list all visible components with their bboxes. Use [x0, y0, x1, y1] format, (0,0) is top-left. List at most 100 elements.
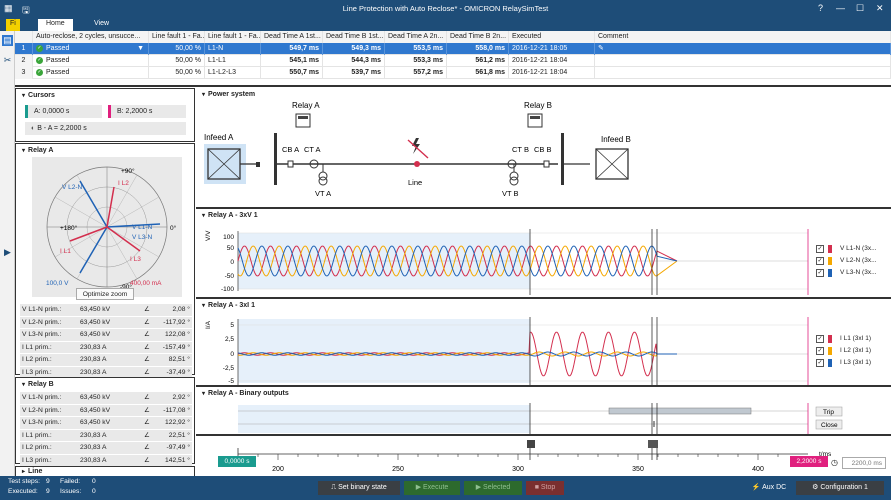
collapse-icon[interactable]: ▸ — [22, 469, 25, 475]
timeline-panel: 200 250 300 350 400 t/ms 0,0000 s 2,2000… — [196, 434, 891, 476]
passed-check-icon: ✓ — [36, 56, 43, 64]
value-name: I L1 prim.: — [22, 431, 52, 439]
cell: 553,5 ms — [385, 43, 447, 55]
relay-a-values: V L1-N prim.: 63,450 kV ∠ 2,08 ° V L2-N pri… — [20, 304, 192, 379]
y-axis-label: V/V — [205, 230, 212, 241]
legend-item[interactable]: ✓ I L1 (3xI 1) — [816, 333, 871, 345]
column-header[interactable]: Dead Time B 1st... — [323, 31, 385, 43]
line-title[interactable]: ▸ Line — [22, 468, 42, 475]
tab-view[interactable]: View — [86, 19, 117, 31]
relay-a-icon[interactable] — [295, 113, 311, 128]
play-icon: ▶ — [415, 484, 424, 491]
vt-b-symbol-2 — [509, 176, 519, 186]
fault-point[interactable] — [414, 161, 420, 167]
close-label: Close — [821, 422, 838, 429]
column-header[interactable]: Dead Time A 1st... — [261, 31, 323, 43]
table-row[interactable]: 2 ✓ Passed 50,00 % L1-L1 545,1 ms 544,3 m… — [15, 55, 891, 67]
cursor-b-tag[interactable]: 2,2000 s — [790, 456, 828, 467]
legend-checkbox[interactable]: ✓ — [816, 269, 824, 277]
table-row[interactable]: 3 ✓ Passed 50,00 % L1-L2-L3 550,7 ms 539,… — [15, 67, 891, 79]
relay-b-icon[interactable] — [527, 113, 543, 128]
cb-a-symbol[interactable] — [287, 160, 294, 168]
value-row: V L1-N prim.: 63,450 kV ∠ 2,92 ° — [20, 392, 192, 404]
value-mag: 63,450 kV — [80, 318, 111, 326]
status-text: Passed — [46, 45, 70, 52]
timeline: 200 250 300 350 400 t/ms — [237, 440, 832, 473]
tab-home[interactable]: Home — [38, 19, 73, 31]
legend-item[interactable]: ✓ V L1-N (3x... — [816, 243, 876, 255]
cb-a-label: CB A — [282, 145, 299, 154]
legend-checkbox[interactable]: ✓ — [816, 335, 824, 343]
y-tick-label: -50 — [225, 273, 235, 280]
clock-icon[interactable]: ◷ — [831, 458, 838, 467]
passed-check-icon: ✓ — [36, 68, 43, 76]
table-row[interactable]: 1 ✓ Passed ▼ 50,00 % L1-N 549,7 ms 549,3 m… — [15, 43, 891, 55]
grid-header: Auto-reclose, 2 cycles, unsucce... Line … — [15, 31, 891, 43]
value-row: I L2 prim.: 230,83 A ∠ 82,51 ° — [20, 354, 192, 366]
dropdown-arrow-icon[interactable]: ▼ — [137, 43, 144, 55]
event-marker-icon[interactable] — [648, 440, 658, 448]
legend-item[interactable]: ✓ I L2 (3xI 1) — [816, 345, 871, 357]
cb-b-symbol[interactable] — [543, 160, 550, 168]
collapse-icon[interactable]: ▾ — [22, 93, 25, 99]
column-header[interactable]: Comment — [595, 31, 891, 43]
column-header[interactable]: Line fault 1 - Fa... — [205, 31, 261, 43]
help-icon[interactable]: ? — [818, 3, 823, 13]
value-mag: 230,83 A — [80, 356, 107, 363]
collapse-icon[interactable]: ▾ — [22, 148, 25, 154]
power-system-panel: ▾ Power system Infeed A Infeed B CB A CT … — [196, 88, 891, 206]
legend-checkbox[interactable]: ✓ — [816, 359, 824, 367]
time-field[interactable]: 2200,0 ms — [842, 457, 886, 469]
cursor-span-shade — [238, 405, 530, 433]
relay-b-title[interactable]: ▾ Relay B — [22, 381, 54, 388]
comment-cell[interactable] — [595, 55, 891, 67]
event-marker-icon[interactable] — [527, 440, 535, 448]
edit-pencil-icon[interactable]: ✎ — [598, 45, 604, 52]
cursor-a-field[interactable]: A: 0,0000 s — [25, 105, 102, 118]
value-angle: -117,92 ° — [163, 318, 190, 326]
fault-lightning-icon[interactable] — [412, 138, 420, 154]
legend-item[interactable]: ✓ V L3-N (3x... — [816, 267, 876, 279]
legend-item[interactable]: ✓ I L3 (3xI 1) — [816, 357, 871, 369]
value-mag: 230,83 A — [80, 444, 107, 451]
cell: 550,7 ms — [261, 67, 323, 79]
legend-checkbox[interactable]: ✓ — [816, 245, 824, 253]
column-header[interactable]: Dead Time B 2n... — [447, 31, 509, 43]
cursors-title[interactable]: ▾ Cursors — [22, 92, 55, 99]
cursor-a-tag[interactable]: 0,0000 s — [218, 456, 256, 467]
collapse-icon[interactable]: ▾ — [22, 382, 25, 388]
expand-arrow-icon[interactable]: ▶ — [2, 247, 13, 258]
minimize-icon[interactable]: — — [836, 3, 845, 13]
cell: 545,1 ms — [261, 55, 323, 67]
test-steps-icon[interactable]: ▤ — [2, 35, 13, 46]
close-icon[interactable]: ✕ — [876, 3, 884, 14]
comment-cell[interactable]: ✎ — [595, 43, 891, 55]
legend-label: I L2 (3xI 1) — [840, 347, 872, 354]
maximize-icon[interactable]: ☐ — [856, 3, 864, 14]
value-mag: 63,450 kV — [80, 419, 111, 426]
configuration-button[interactable]: ⚙ Configuration 1 — [796, 481, 884, 495]
set-binary-state-button[interactable]: ⎍ Set binary state — [318, 481, 400, 495]
legend-item[interactable]: ✓ V L2-N (3x... — [816, 255, 876, 267]
cursor-b-field[interactable]: B: 2,2000 s — [108, 105, 186, 118]
value-mag: 230,83 A — [80, 431, 107, 439]
execute-selected-button[interactable]: ▶ Selected — [464, 481, 522, 495]
execute-button[interactable]: ▶ Execute — [404, 481, 460, 495]
column-header[interactable]: Auto-reclose, 2 cycles, unsucce... — [33, 31, 149, 43]
column-header[interactable]: Line fault 1 - Fa... — [149, 31, 205, 43]
comment-cell[interactable] — [595, 67, 891, 79]
legend-checkbox[interactable]: ✓ — [816, 347, 824, 355]
selected-label: Selected — [483, 484, 511, 491]
cell: 557,2 ms — [385, 67, 447, 79]
aux-dc-button[interactable]: ⚡ Aux DC — [745, 481, 793, 495]
optimize-zoom-button[interactable]: Optimize zoom — [76, 288, 134, 300]
column-header[interactable]: Dead Time A 2n... — [385, 31, 447, 43]
column-header[interactable]: Executed — [509, 31, 595, 43]
legend-checkbox[interactable]: ✓ — [816, 257, 824, 265]
tools-icon[interactable]: ✂ — [2, 55, 13, 66]
stop-button[interactable]: ■ Stop — [526, 481, 564, 495]
value-row: V L2-N prim.: 63,450 kV ∠ -117,08 ° — [20, 404, 192, 416]
relay-a-title[interactable]: ▾ Relay A — [22, 147, 53, 154]
tab-file[interactable]: Fi — [6, 19, 20, 31]
infeed-b-label: Infeed B — [601, 135, 631, 144]
